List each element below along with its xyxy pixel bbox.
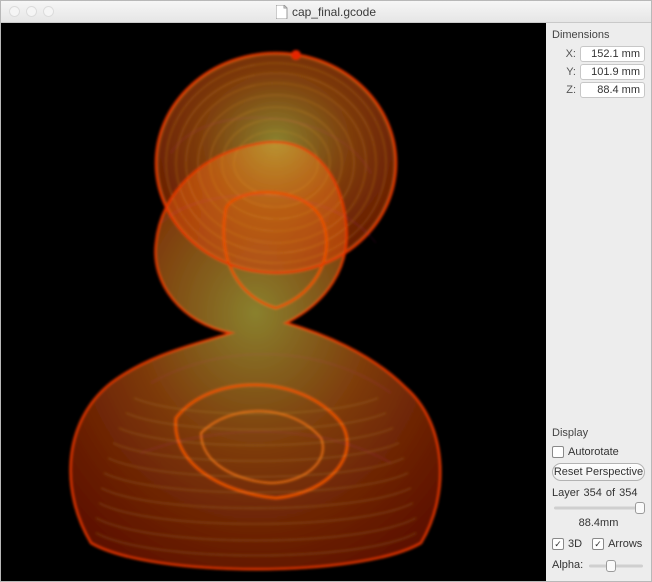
layer-total: 354 [619,487,637,499]
layer-mm: 88.4mm [552,517,645,529]
display-title: Display [552,427,645,439]
layer-label: Layer [552,487,580,499]
alpha-row: Alpha: [552,557,645,573]
dim-z-label: Z: [552,84,580,96]
content-area: Dimensions X: 152.1 mm Y: 101.9 mm Z: 88… [1,23,651,581]
arrows-row[interactable]: ✓ Arrows [592,535,642,553]
arrows-label: Arrows [608,538,642,550]
alpha-slider[interactable] [587,559,645,573]
dimensions-title: Dimensions [552,29,645,41]
autorotate-label: Autorotate [568,446,619,458]
gcode-viewport[interactable] [1,23,546,581]
layer-of: of [606,487,615,499]
titlebar: cap_final.gcode [1,1,651,23]
window-filename: cap_final.gcode [292,5,376,19]
display-panel: Display Autorotate Reset Perspective Lay… [546,421,651,581]
dimensions-panel: Dimensions X: 152.1 mm Y: 101.9 mm Z: 88… [546,23,651,107]
threeD-row[interactable]: ✓ 3D [552,535,582,553]
document-icon [276,5,288,19]
reset-perspective-button[interactable]: Reset Perspective [552,463,645,481]
sidebar-spacer [546,107,651,421]
layer-slider-track [554,507,643,510]
autorotate-row[interactable]: Autorotate [552,443,645,461]
dim-row-x: X: 152.1 mm [552,45,645,63]
model-render [1,23,546,581]
arrows-checkbox[interactable]: ✓ [592,538,604,550]
dim-row-y: Y: 101.9 mm [552,63,645,81]
autorotate-checkbox[interactable] [552,446,564,458]
layer-row: Layer 354 of 354 [552,487,645,499]
alpha-label: Alpha: [552,559,583,571]
sidebar: Dimensions X: 152.1 mm Y: 101.9 mm Z: 88… [546,23,651,581]
dim-y-label: Y: [552,66,580,78]
toggle-row: ✓ 3D ✓ Arrows [552,535,645,553]
dim-x-value[interactable]: 152.1 mm [580,46,645,62]
alpha-slider-thumb[interactable] [606,560,616,572]
window-title: cap_final.gcode [1,5,651,19]
dim-z-value[interactable]: 88.4 mm [580,82,645,98]
layer-slider[interactable] [552,501,645,515]
dim-row-z: Z: 88.4 mm [552,81,645,99]
dim-y-value[interactable]: 101.9 mm [580,64,645,80]
threeD-label: 3D [568,538,582,550]
layer-slider-thumb[interactable] [635,502,645,514]
app-window: cap_final.gcode [0,0,652,582]
layer-current: 354 [584,487,602,499]
dim-x-label: X: [552,48,580,60]
threeD-checkbox[interactable]: ✓ [552,538,564,550]
